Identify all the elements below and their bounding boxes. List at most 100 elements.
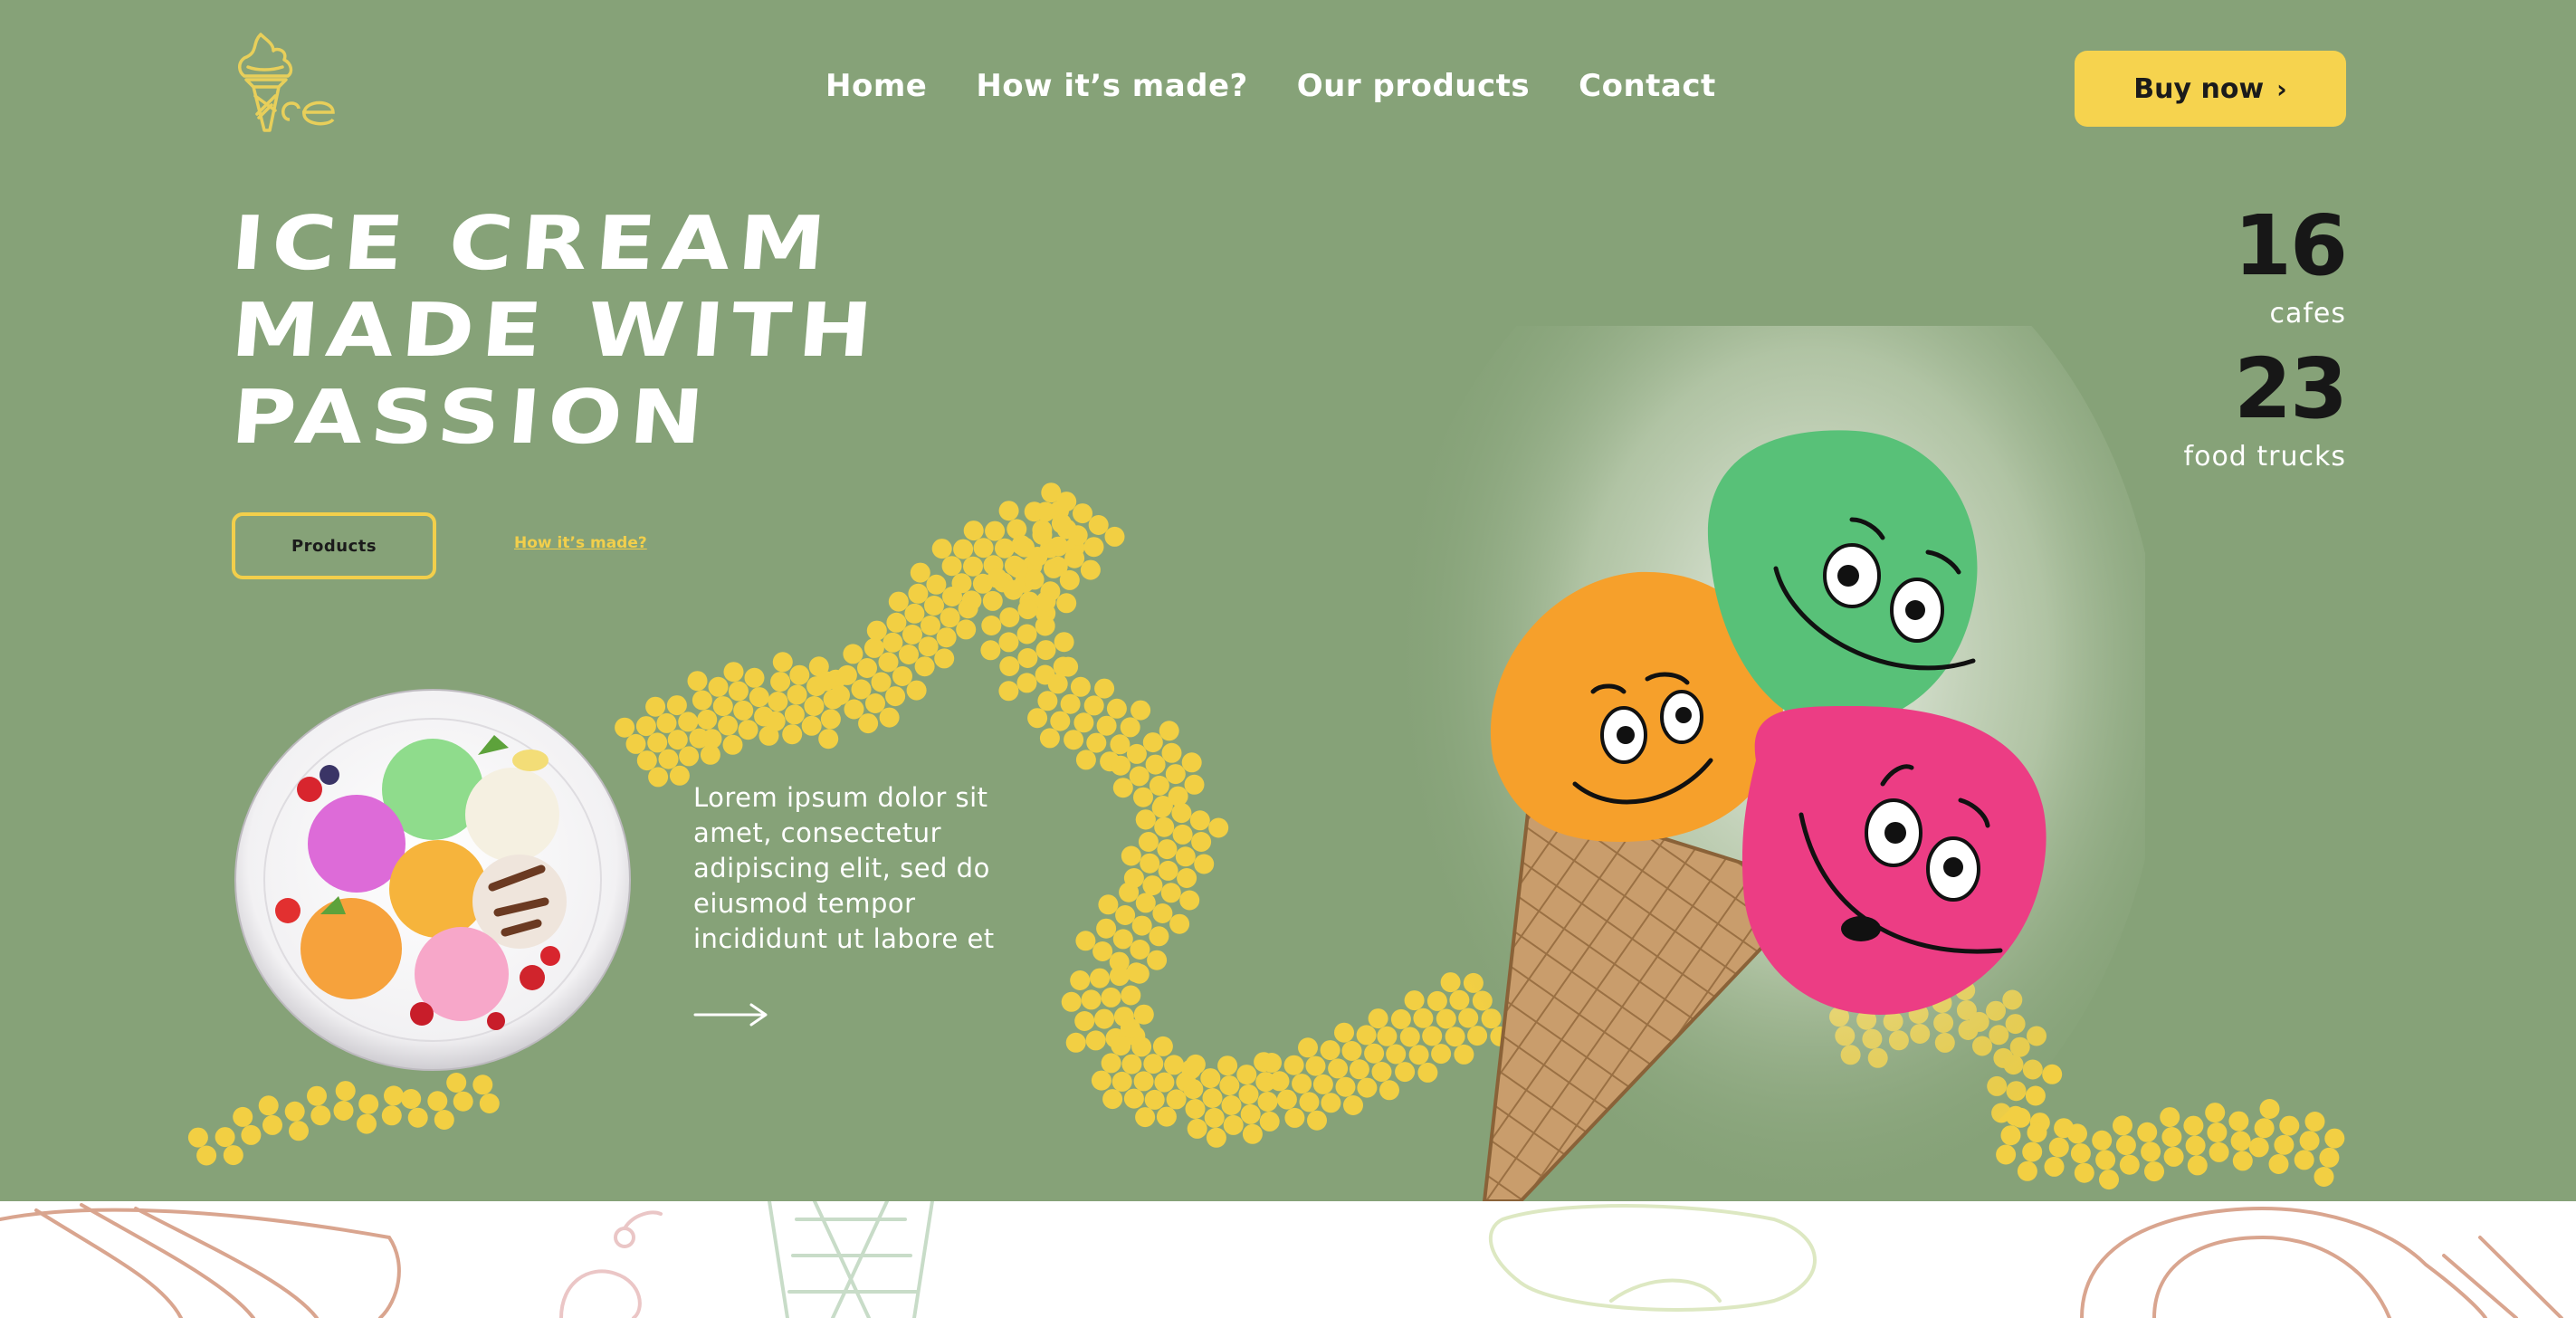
dot	[981, 616, 1002, 635]
dot	[963, 521, 984, 541]
products-button[interactable]: Products	[232, 512, 436, 579]
dot	[333, 1101, 354, 1121]
dot	[1152, 796, 1173, 816]
dot	[744, 667, 765, 688]
dot	[241, 1124, 262, 1145]
dot	[866, 620, 887, 641]
dot	[1120, 717, 1140, 738]
dot	[1147, 950, 1168, 970]
dot	[667, 730, 688, 750]
dot	[772, 652, 793, 673]
dot	[1160, 883, 1181, 903]
dot	[999, 656, 1020, 676]
dot	[1080, 559, 1101, 580]
dot	[1321, 1093, 1341, 1113]
dot	[310, 1105, 331, 1126]
dot	[1074, 1011, 1095, 1031]
intro-line-3: adipiscing elit, sed do	[693, 853, 990, 883]
dot	[1219, 1075, 1240, 1096]
dot	[284, 1101, 305, 1122]
dot	[1149, 775, 1169, 796]
dot	[679, 746, 700, 767]
dot	[1133, 787, 1153, 807]
dot	[851, 679, 872, 700]
dot	[1135, 1107, 1156, 1128]
dot	[2254, 1118, 2275, 1139]
dot	[1083, 695, 1104, 716]
dot	[1144, 1089, 1165, 1110]
dot	[1048, 536, 1069, 557]
dot	[384, 1085, 404, 1106]
dot	[1194, 854, 1215, 874]
dot	[1098, 894, 1119, 915]
dot	[878, 652, 899, 673]
arrow-right-icon[interactable]	[693, 1001, 769, 1028]
headline-line-3: PASSION	[228, 375, 714, 461]
dot	[1047, 673, 1068, 694]
dot	[1204, 1107, 1225, 1128]
intro-line-1: Lorem ipsum dolor sit	[693, 782, 988, 813]
nav-contact[interactable]: Contact	[1579, 68, 1716, 104]
dot	[1027, 708, 1048, 729]
sketch-pattern-strip	[0, 1201, 2576, 1318]
dot	[883, 632, 903, 653]
dot	[934, 648, 955, 669]
dot	[1158, 860, 1178, 881]
dot	[708, 676, 729, 697]
dot	[1305, 1055, 1326, 1076]
dot	[1143, 1054, 1164, 1074]
dot	[479, 1094, 500, 1113]
dot	[712, 696, 733, 717]
dot	[1061, 991, 1082, 1012]
dot	[910, 562, 930, 583]
stat-food-trucks-label: food trucks	[2183, 441, 2346, 473]
dot	[2274, 1134, 2295, 1155]
dot	[1110, 734, 1131, 755]
dot	[998, 681, 1019, 702]
dot	[718, 715, 739, 736]
dot	[2294, 1150, 2314, 1170]
nav-how-its-made[interactable]: How it’s made?	[976, 68, 1247, 104]
headline-line-2: MADE WITH	[228, 288, 883, 374]
nav-home[interactable]: Home	[825, 68, 927, 104]
main-nav: Home How it’s made? Our products Contact	[825, 68, 1716, 104]
dot	[931, 539, 952, 559]
how-its-made-link[interactable]: How it’s made?	[514, 534, 647, 552]
dot	[1135, 893, 1156, 913]
dot	[636, 750, 657, 771]
dot	[1126, 743, 1147, 764]
buy-now-button[interactable]: Buy now ›	[2075, 51, 2346, 127]
dot	[2259, 1099, 2280, 1119]
dot	[215, 1127, 235, 1148]
dot	[816, 671, 836, 692]
nav-our-products[interactable]: Our products	[1297, 68, 1530, 104]
dot	[1202, 1088, 1223, 1108]
ice-cream-plate-image	[234, 689, 631, 1071]
dot	[924, 596, 944, 616]
dot	[2324, 1128, 2345, 1149]
dot	[1109, 966, 1130, 987]
dot	[1142, 875, 1163, 896]
intro-paragraph: Lorem ipsum dolor sit amet, consectetur …	[693, 780, 1046, 957]
dot	[941, 556, 962, 577]
dot	[858, 713, 879, 734]
dot	[1101, 1053, 1121, 1074]
dot	[1179, 890, 1200, 911]
dot	[820, 709, 841, 730]
dot	[1189, 810, 1210, 831]
dot	[836, 664, 857, 685]
dot	[1121, 1054, 1142, 1074]
dot	[908, 583, 929, 604]
dot	[1238, 1084, 1259, 1104]
dot	[787, 684, 807, 705]
dot	[446, 1073, 467, 1093]
dot	[1090, 968, 1110, 988]
stat-cafes-label: cafes	[2269, 298, 2346, 330]
stat-cafes-value: 16	[2233, 197, 2348, 294]
dot	[1070, 676, 1091, 697]
sketch-decoration	[0, 1201, 2563, 1318]
dot	[1007, 558, 1028, 578]
dot	[1299, 1092, 1320, 1113]
dot	[1064, 730, 1084, 750]
intro-line-2: amet, consectetur	[693, 817, 942, 848]
